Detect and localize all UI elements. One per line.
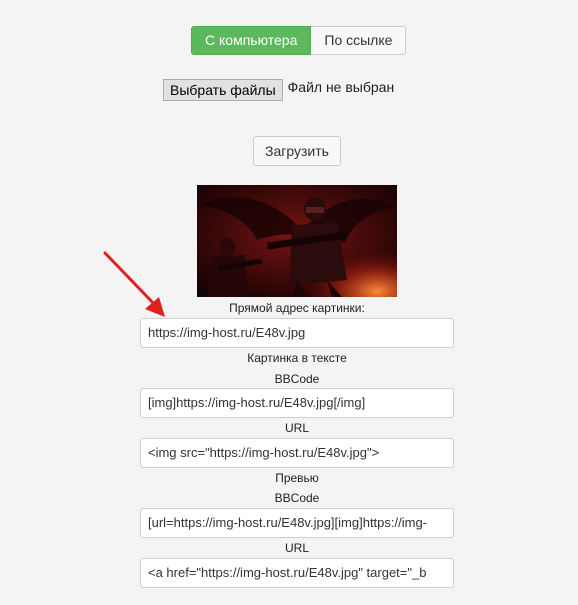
preview-bbcode-label: BBCode — [274, 491, 320, 505]
inline-url-field[interactable]: <img src="https://img-host.ru/E48v.jpg"> — [140, 438, 454, 468]
upload-source-tabs: С компьютера По ссылке — [191, 26, 407, 55]
preview-bbcode-field[interactable]: [url=https://img-host.ru/E48v.jpg][img]h… — [140, 508, 454, 538]
inline-image-heading: Картинка в тексте — [247, 351, 347, 365]
inline-bbcode-field[interactable]: [img]https://img-host.ru/E48v.jpg[/img] — [140, 388, 454, 418]
preview-url-field[interactable]: <a href="https://img-host.ru/E48v.jpg" t… — [140, 558, 454, 588]
tab-by-link[interactable]: По ссылке — [311, 26, 407, 55]
thumbnail-image — [197, 185, 397, 297]
choose-files-button[interactable]: Выбрать файлы — [163, 79, 283, 101]
preview-url-label: URL — [284, 541, 309, 555]
inline-bbcode-label: BBCode — [274, 372, 320, 386]
direct-link-field[interactable]: https://img-host.ru/E48v.jpg — [140, 318, 454, 348]
tab-from-computer[interactable]: С компьютера — [191, 26, 312, 55]
file-status-text: Файл не выбран — [287, 79, 395, 95]
preview-heading: Превью — [275, 471, 319, 485]
red-arrow-annotation — [103, 251, 165, 317]
upload-button[interactable]: Загрузить — [253, 136, 341, 166]
file-picker: Выбрать файлы Файл не выбран — [163, 79, 394, 101]
direct-link-label: Прямой адрес картинки: — [229, 301, 365, 315]
uploaded-image-thumbnail[interactable] — [197, 185, 397, 297]
inline-url-label: URL — [284, 421, 309, 435]
